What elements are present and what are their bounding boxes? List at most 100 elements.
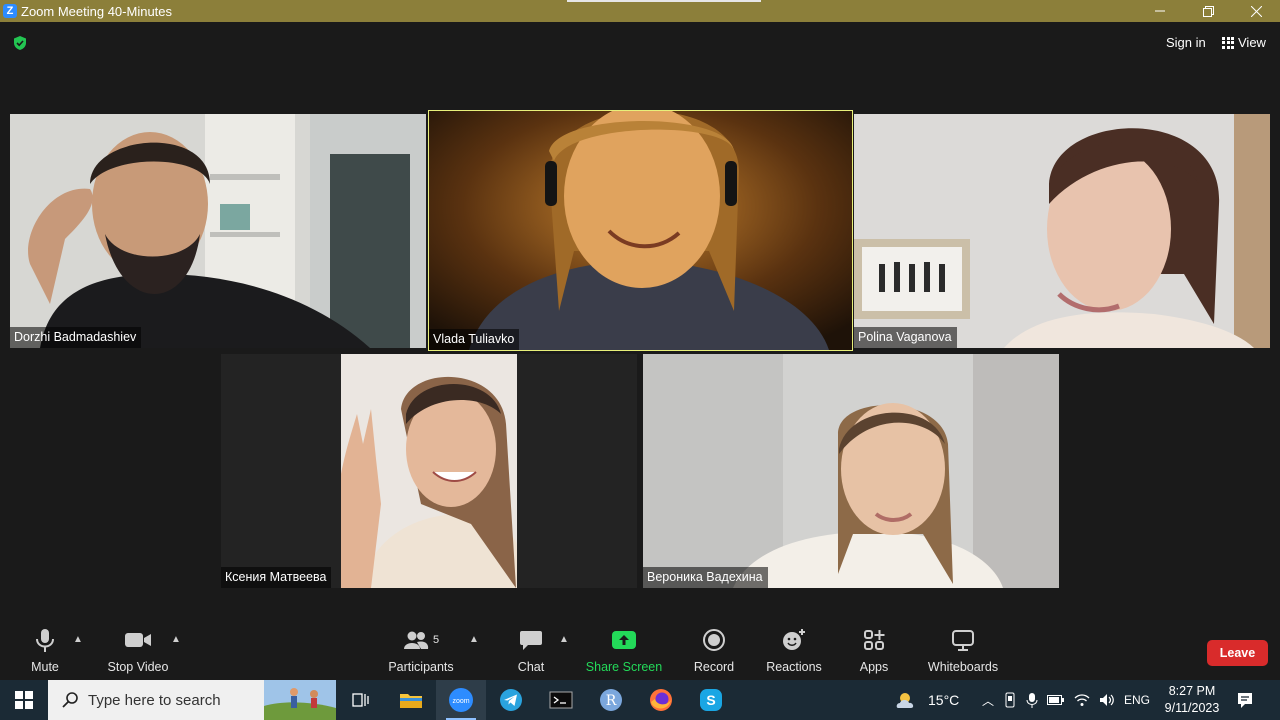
share-screen-label: Share Screen bbox=[585, 660, 663, 674]
share-indicator-bar bbox=[567, 0, 761, 2]
window-title: Zoom Meeting 40-Minutes bbox=[21, 3, 173, 19]
reactions-smiley-icon bbox=[783, 629, 805, 650]
svg-text:R: R bbox=[606, 693, 617, 709]
task-view-icon bbox=[352, 693, 369, 707]
video-tile-participant-5[interactable]: Вероника Вадехина bbox=[643, 354, 1059, 588]
participant-name-tag: Dorzhi Badmadashiev bbox=[10, 327, 142, 348]
telegram-icon bbox=[500, 689, 522, 711]
chat-options-caret-icon[interactable]: ▲ bbox=[559, 634, 569, 645]
close-button[interactable] bbox=[1232, 0, 1280, 22]
participant-name-tag: Vlada Tuliavko bbox=[429, 329, 520, 350]
search-placeholder: Type here to search bbox=[88, 691, 221, 709]
grid-view-icon bbox=[1222, 36, 1234, 49]
start-button[interactable] bbox=[0, 680, 48, 720]
mute-label: Mute bbox=[31, 660, 59, 674]
weather-partly-cloudy-icon bbox=[896, 693, 914, 708]
folder-icon bbox=[400, 694, 422, 708]
weather-temperature: 15°C bbox=[928, 692, 960, 708]
taskbar-app-file-explorer[interactable] bbox=[386, 680, 436, 720]
participant-name-tag: Polina Vaganova bbox=[854, 327, 957, 348]
participants-count: 5 bbox=[432, 634, 440, 646]
video-tile-participant-2[interactable]: Vlada Tuliavko bbox=[428, 110, 853, 351]
device-icon[interactable] bbox=[1003, 692, 1017, 708]
system-tray: ︿ ENG bbox=[982, 680, 1150, 720]
minimize-button[interactable] bbox=[1136, 0, 1184, 22]
taskbar-app-telegram[interactable] bbox=[486, 680, 536, 720]
participant-name-tag: Вероника Вадехина bbox=[643, 567, 768, 588]
reactions-button[interactable]: Reactions bbox=[762, 626, 826, 680]
participant-3-video bbox=[854, 114, 1270, 348]
taskbar-app-r[interactable]: R bbox=[586, 680, 636, 720]
taskbar-app-terminal[interactable] bbox=[536, 680, 586, 720]
participants-icon bbox=[403, 631, 429, 649]
restore-button[interactable] bbox=[1184, 0, 1232, 22]
search-highlight-illustration-icon bbox=[264, 680, 336, 720]
participant-name-tag: Ксения Матвеева bbox=[221, 567, 332, 588]
windows-taskbar: Type here to search zoom R S 15°C ︿ ENG … bbox=[0, 680, 1280, 720]
view-label: View bbox=[1238, 35, 1266, 50]
title-bar: Z Zoom Meeting 40-Minutes bbox=[0, 0, 1280, 22]
video-tile-participant-3[interactable]: Polina Vaganova bbox=[854, 114, 1270, 348]
apps-icon bbox=[864, 630, 885, 650]
participant-2-video bbox=[429, 111, 852, 350]
windows-logo-icon bbox=[15, 691, 33, 709]
taskbar-app-zoom[interactable]: zoom bbox=[436, 680, 486, 720]
participants-button[interactable]: 5 Participants bbox=[385, 626, 457, 680]
task-view-button[interactable] bbox=[336, 680, 386, 720]
weather-widget[interactable]: 15°C bbox=[894, 680, 959, 720]
chat-bubble-icon bbox=[520, 631, 542, 650]
taskbar-search-box[interactable]: Type here to search bbox=[48, 680, 336, 720]
sign-in-button[interactable]: Sign in bbox=[1166, 35, 1206, 50]
leave-button[interactable]: Leave bbox=[1207, 640, 1268, 666]
skype-icon: S bbox=[700, 689, 722, 711]
participant-1-video bbox=[10, 114, 426, 348]
share-screen-button[interactable]: Share Screen bbox=[584, 626, 664, 680]
mute-button[interactable]: Mute bbox=[15, 626, 75, 680]
participants-options-caret-icon[interactable]: ▲ bbox=[469, 634, 479, 645]
firefox-icon bbox=[650, 689, 672, 711]
video-options-caret-icon[interactable]: ▲ bbox=[171, 634, 181, 645]
microphone-tray-icon[interactable] bbox=[1026, 692, 1038, 708]
video-tile-participant-1[interactable]: Dorzhi Badmadashiev bbox=[10, 114, 426, 348]
share-screen-arrow-icon bbox=[612, 631, 636, 649]
show-hidden-icons-chevron-icon[interactable]: ︿ bbox=[982, 692, 994, 709]
notification-center-button[interactable] bbox=[1236, 680, 1254, 720]
svg-text:S: S bbox=[706, 692, 715, 708]
record-button[interactable]: Record bbox=[690, 626, 738, 680]
wifi-icon[interactable] bbox=[1074, 693, 1090, 707]
zoom-app-icon: zoom bbox=[449, 688, 473, 712]
video-camera-icon bbox=[125, 633, 151, 647]
whiteboards-label: Whiteboards bbox=[927, 660, 999, 674]
terminal-icon bbox=[549, 691, 573, 709]
microphone-icon bbox=[36, 629, 54, 652]
notification-icon bbox=[1238, 693, 1252, 708]
zoom-logo-icon: Z bbox=[3, 4, 17, 18]
encryption-shield-icon[interactable] bbox=[12, 35, 28, 51]
whiteboards-button[interactable]: Whiteboards bbox=[924, 626, 1002, 680]
r-language-icon: R bbox=[600, 689, 622, 711]
participants-label: Participants bbox=[388, 660, 454, 674]
taskbar-app-skype[interactable]: S bbox=[686, 680, 736, 720]
record-label: Record bbox=[693, 660, 735, 674]
taskbar-clock[interactable]: 8:27 PM 9/11/2023 bbox=[1158, 683, 1226, 717]
chat-label: Chat bbox=[517, 660, 545, 674]
meeting-toolbar: Mute ▲ Stop Video ▲ 5 Participants ▲ Cha… bbox=[0, 626, 1280, 680]
battery-icon[interactable] bbox=[1047, 694, 1065, 706]
stop-video-label: Stop Video bbox=[107, 660, 169, 674]
participant-5-video bbox=[643, 354, 1059, 588]
reactions-label: Reactions bbox=[766, 660, 822, 674]
video-tile-participant-4[interactable]: Ксения Матвеева bbox=[221, 354, 637, 588]
view-button[interactable]: View bbox=[1222, 35, 1266, 50]
speaker-volume-icon[interactable] bbox=[1099, 693, 1115, 707]
clock-date: 9/11/2023 bbox=[1164, 701, 1220, 715]
record-icon bbox=[703, 629, 725, 651]
stop-video-button[interactable]: Stop Video bbox=[103, 626, 173, 680]
input-language-indicator[interactable]: ENG bbox=[1124, 693, 1150, 707]
audio-options-caret-icon[interactable]: ▲ bbox=[73, 634, 83, 645]
apps-button[interactable]: Apps bbox=[852, 626, 896, 680]
participant-4-video bbox=[221, 354, 637, 588]
whiteboard-icon bbox=[952, 630, 974, 651]
taskbar-app-firefox[interactable] bbox=[636, 680, 686, 720]
chat-button[interactable]: Chat bbox=[508, 626, 554, 680]
clock-time: 8:27 PM bbox=[1168, 684, 1216, 698]
